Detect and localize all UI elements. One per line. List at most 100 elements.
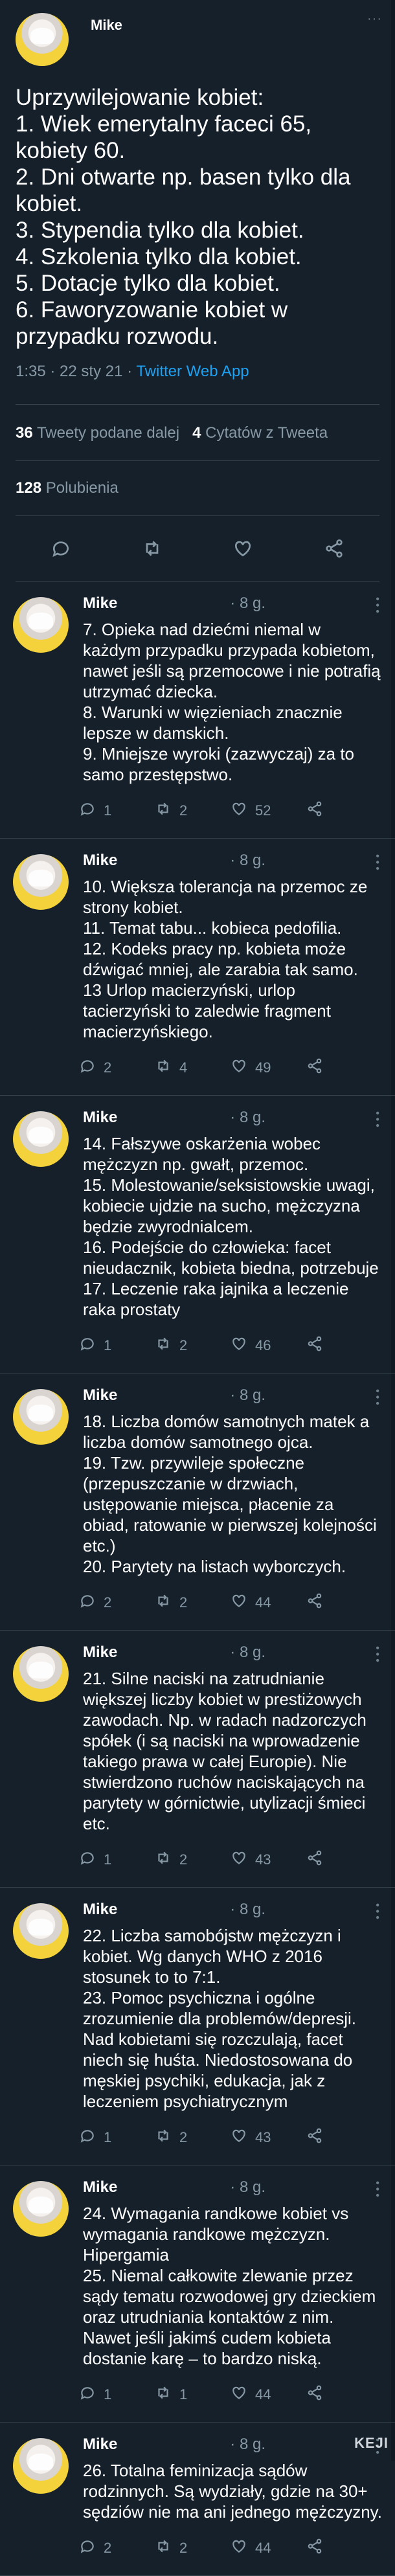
retweet-button[interactable]: 2 (155, 1335, 231, 1356)
reply-tweet[interactable]: ••• Mike · 8 g. 7. Opieka nad dziećmi niema… (0, 582, 395, 839)
share-button[interactable] (306, 1849, 382, 1870)
reply-author[interactable]: Mike (83, 852, 117, 870)
retweet-button[interactable]: 4 (155, 1057, 231, 1078)
reply-header: Mike · 8 g. (83, 2178, 382, 2197)
reply-body: Mike · 8 g. 18. Liczba domów samotnych mat… (80, 1386, 382, 1613)
reply-time[interactable]: · 8 g. (230, 2178, 265, 2197)
retweet-button[interactable]: 1 (155, 2384, 231, 2405)
retweets-stat[interactable]: 36 Tweety podane dalej (16, 424, 179, 442)
reply-icon[interactable] (51, 538, 71, 559)
avatar[interactable] (13, 1389, 69, 1445)
main-tweet: Mike ··· Uprzywilejowanie kobiet: 1. Wie… (0, 0, 395, 582)
retweet-icon (155, 1057, 179, 1078)
more-icon[interactable]: ••• (372, 1903, 383, 1922)
share-button[interactable] (306, 2127, 382, 2148)
share-button[interactable] (306, 800, 382, 821)
more-icon[interactable]: ··· (367, 12, 382, 27)
retweet-button[interactable]: 2 (155, 1849, 231, 1870)
retweet-button[interactable]: 2 (155, 1592, 231, 1613)
like-count: 49 (255, 1059, 271, 1076)
reply-button[interactable]: 1 (79, 1335, 155, 1356)
more-icon[interactable]: ••• (372, 854, 383, 873)
reply-button[interactable]: 1 (79, 2384, 155, 2405)
reply-button[interactable]: 2 (79, 1057, 155, 1078)
retweet-button[interactable]: 2 (155, 2538, 231, 2559)
reply-time[interactable]: · 8 g. (230, 852, 265, 870)
avatar[interactable] (13, 2438, 69, 2494)
avatar[interactable] (13, 854, 69, 910)
reply-time[interactable]: · 8 g. (230, 594, 265, 613)
share-icon[interactable] (324, 538, 344, 559)
more-icon[interactable]: ••• (372, 597, 383, 616)
reply-button[interactable]: 2 (79, 2538, 155, 2559)
share-icon (306, 2127, 331, 2148)
more-icon[interactable]: ••• (372, 1646, 383, 1665)
reply-tweet[interactable]: ••• Mike · 8 g. 26. Totalna feminizacja sąd… (0, 2423, 395, 2576)
reply-count: 1 (104, 1337, 112, 1353)
likes-stat[interactable]: 128 Polubienia (16, 461, 379, 516)
reply-tweet[interactable]: ••• Mike · 8 g. 21. Silne naciski na zatrud… (0, 1631, 395, 1888)
avatar[interactable] (13, 2181, 69, 2237)
share-button[interactable] (306, 1335, 382, 1356)
reply-button[interactable]: 1 (79, 1849, 155, 1870)
like-button[interactable]: 43 (231, 2127, 306, 2148)
share-icon (306, 2384, 331, 2405)
source-link[interactable]: Twitter Web App (136, 363, 249, 380)
like-button[interactable]: 44 (231, 2384, 306, 2405)
reply-time[interactable]: · 8 g. (230, 1109, 265, 1127)
more-icon[interactable]: ••• (372, 1389, 383, 1408)
like-button[interactable]: 49 (231, 1057, 306, 1078)
reply-header: Mike · 8 g. (83, 2435, 382, 2454)
timestamp[interactable]: 1:35 · 22 sty 21 · (16, 363, 136, 380)
reply-button[interactable]: 1 (79, 800, 155, 821)
tweet-meta: 1:35 · 22 sty 21 · Twitter Web App (16, 363, 379, 405)
reply-button[interactable]: 2 (79, 1592, 155, 1613)
reply-tweet[interactable]: ••• Mike · 8 g. 24. Wymagania randkowe kobi… (0, 2165, 395, 2423)
retweet-count: 2 (179, 2540, 188, 2556)
share-button[interactable] (306, 2384, 382, 2405)
like-button[interactable]: 44 (231, 2538, 306, 2559)
retweet-button[interactable]: 2 (155, 2127, 231, 2148)
share-button[interactable] (306, 2538, 382, 2559)
like-count: 46 (255, 1337, 271, 1353)
avatar[interactable] (13, 597, 69, 653)
retweet-icon (155, 2127, 179, 2148)
quotes-stat[interactable]: 4 Cytatów z Tweeta (192, 424, 328, 442)
reply-button[interactable]: 1 (79, 2127, 155, 2148)
author-name[interactable]: Mike (91, 17, 122, 34)
reply-tweet[interactable]: ••• Mike · 8 g. 10. Większa tolerancja na p… (0, 839, 395, 1096)
reply-tweet[interactable]: ••• Mike · 8 g. 18. Liczba domów samotnych … (0, 1373, 395, 1631)
like-button[interactable]: 43 (231, 1849, 306, 1870)
reply-tweet[interactable]: ••• Mike · 8 g. 14. Fałszywe oskarżenia wob… (0, 1096, 395, 1373)
like-icon[interactable] (232, 538, 253, 559)
share-button[interactable] (306, 1592, 382, 1613)
reply-author[interactable]: Mike (83, 1109, 117, 1127)
retweet-icon[interactable] (142, 538, 163, 559)
more-icon[interactable]: ••• (372, 1111, 383, 1130)
reply-time[interactable]: · 8 g. (230, 2435, 265, 2454)
share-button[interactable] (306, 1057, 382, 1078)
like-count: 43 (255, 1851, 271, 1868)
reply-author[interactable]: Mike (83, 594, 117, 613)
avatar[interactable] (13, 1111, 69, 1167)
reply-author[interactable]: Mike (83, 2178, 117, 2197)
reply-author[interactable]: Mike (83, 2435, 117, 2454)
reply-tweet[interactable]: ••• Mike · 8 g. 22. Liczba samobójstw mężcz… (0, 1888, 395, 2165)
reply-count: 1 (104, 802, 112, 819)
reply-time[interactable]: · 8 g. (230, 1386, 265, 1405)
reply-author[interactable]: Mike (83, 1386, 117, 1405)
reply-time[interactable]: · 8 g. (230, 1901, 265, 1919)
reply-time[interactable]: · 8 g. (230, 1644, 265, 1662)
retweet-count: 2 (179, 1337, 188, 1353)
like-button[interactable]: 46 (231, 1335, 306, 1356)
avatar[interactable] (16, 13, 69, 66)
like-button[interactable]: 52 (231, 800, 306, 821)
avatar[interactable] (13, 1903, 69, 1959)
avatar[interactable] (13, 1646, 69, 1702)
reply-author[interactable]: Mike (83, 1901, 117, 1919)
retweet-button[interactable]: 2 (155, 800, 231, 821)
like-button[interactable]: 44 (231, 1592, 306, 1613)
reply-author[interactable]: Mike (83, 1644, 117, 1662)
retweet-icon (155, 1335, 179, 1356)
more-icon[interactable]: ••• (372, 2181, 383, 2200)
